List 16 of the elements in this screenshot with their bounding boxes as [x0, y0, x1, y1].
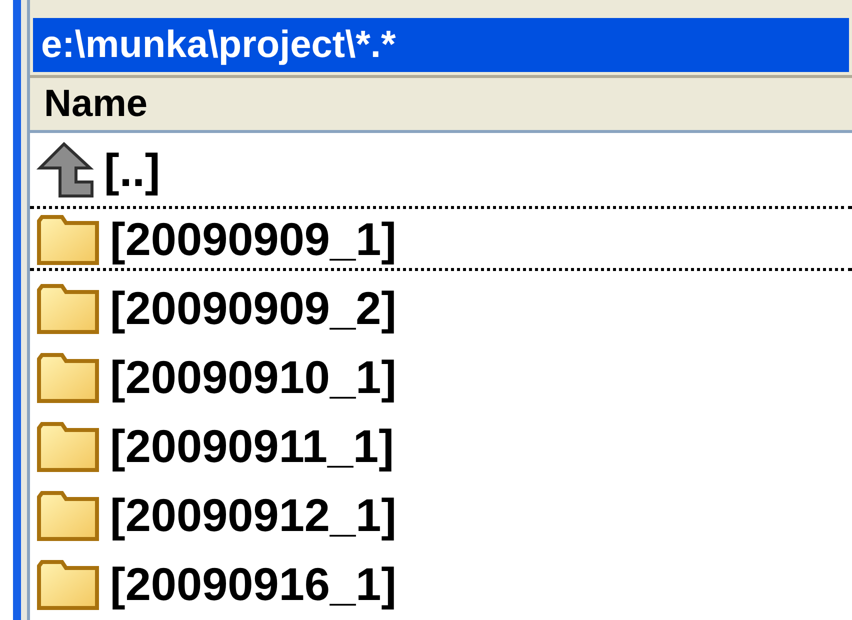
- folder-icon: [36, 558, 100, 610]
- file-row[interactable]: [20090909_1]: [30, 206, 852, 271]
- file-row[interactable]: [20090916_1]: [30, 551, 852, 616]
- up-arrow-icon: [36, 142, 94, 198]
- folder-icon: [36, 282, 100, 334]
- file-row[interactable]: [20090912_1]: [30, 482, 852, 547]
- file-row[interactable]: [20090910_1]: [30, 344, 852, 409]
- folder-icon: [36, 212, 100, 264]
- path-bar: e:\munka\project\*.*: [30, 15, 852, 75]
- file-row[interactable]: [20090909_2]: [30, 275, 852, 340]
- folder-icon: [36, 488, 100, 540]
- file-row[interactable]: [..]: [30, 137, 852, 202]
- file-row[interactable]: [20090911_1]: [30, 413, 852, 478]
- folder-icon: [36, 350, 100, 402]
- folder-icon: [36, 420, 100, 472]
- column-header[interactable]: Name: [30, 82, 148, 126]
